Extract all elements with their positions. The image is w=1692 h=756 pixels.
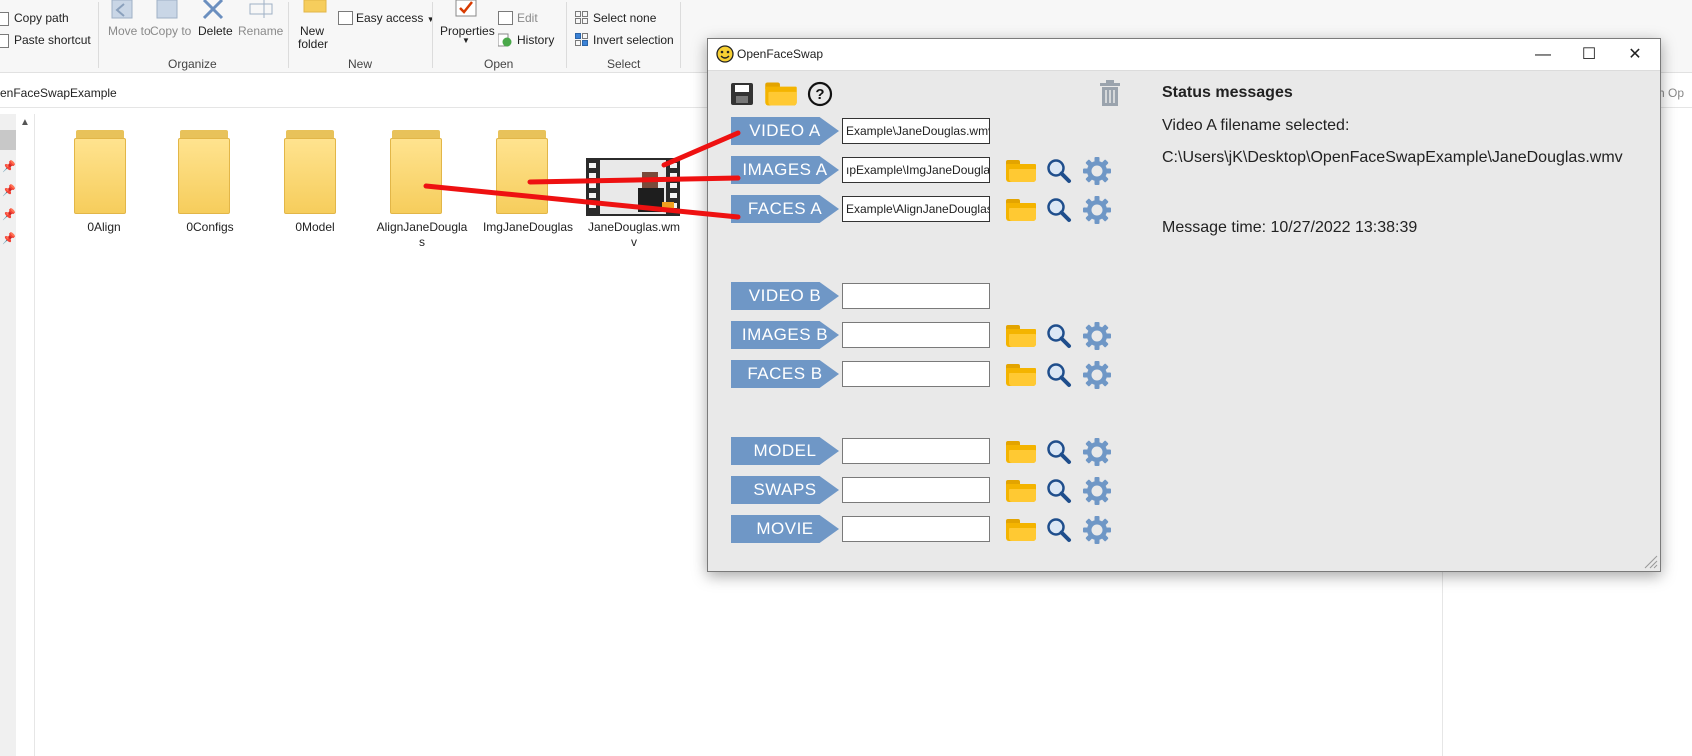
annotation-line: [661, 130, 741, 168]
annotation-line: [423, 183, 741, 220]
annotation-line: [527, 175, 741, 185]
annotation-overlay: [423, 130, 741, 220]
